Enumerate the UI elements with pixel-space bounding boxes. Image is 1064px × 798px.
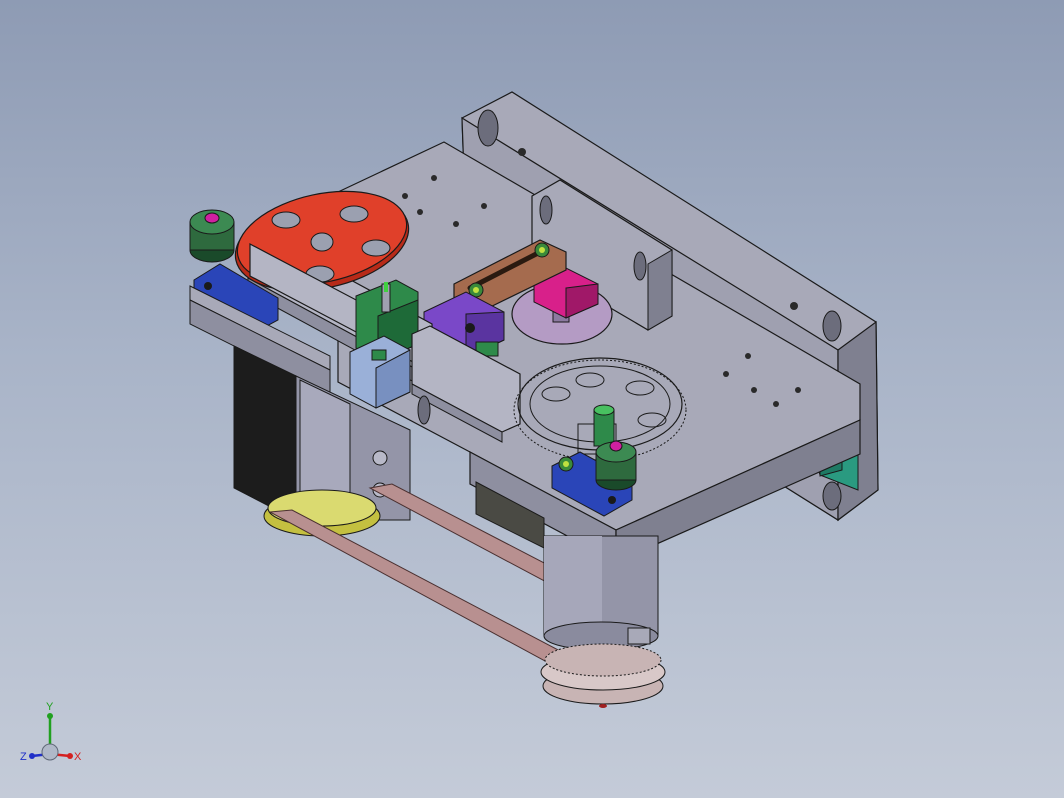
orientation-triad[interactable]: Y X Z [18, 700, 98, 780]
triad-z-label: Z [20, 751, 27, 763]
left-idler-pulley [189, 209, 235, 263]
right-idler-pulley [595, 440, 637, 491]
triad-y-label: Y [46, 701, 54, 713]
triad-origin [41, 743, 59, 761]
green-gear-hub [593, 404, 615, 447]
assembly-model[interactable] [0, 0, 1064, 798]
cad-viewport[interactable]: Y X Z [0, 0, 1064, 798]
triad-x-label: X [74, 751, 82, 763]
right-drive-pulley [540, 643, 666, 708]
